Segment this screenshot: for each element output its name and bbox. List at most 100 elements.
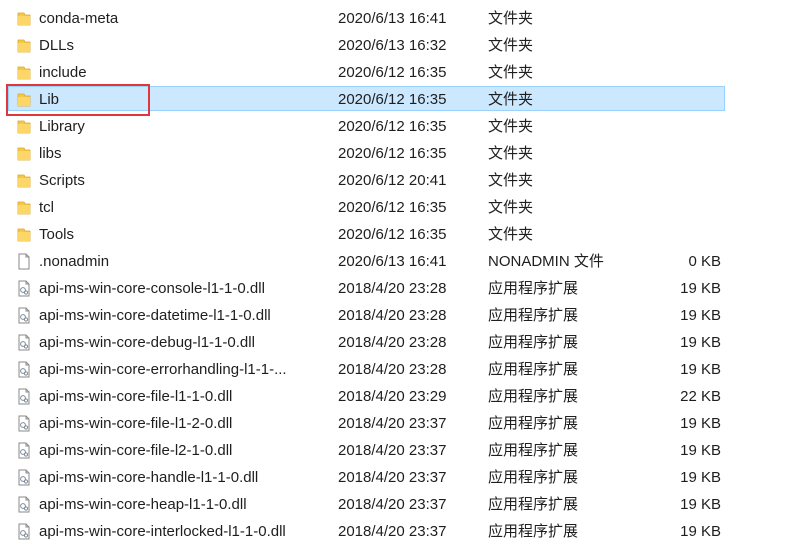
file-row-dll[interactable]: api-ms-win-core-heap-l1-1-0.dll 2018/4/2… [0, 491, 808, 518]
file-name: conda-meta [39, 10, 119, 27]
file-name: Lib [39, 91, 60, 108]
file-row-dll[interactable]: api-ms-win-core-debug-l1-1-0.dll 2018/4/… [0, 329, 808, 356]
file-date: 2018/4/20 23:28 [338, 307, 447, 324]
file-name: api-ms-win-core-file-l2-1-0.dll [39, 442, 233, 459]
file-type: 文件夹 [488, 145, 534, 162]
file-type: 文件夹 [488, 37, 534, 54]
file-date: 2018/4/20 23:37 [338, 523, 447, 540]
folder-icon [17, 93, 31, 107]
folder-icon [17, 66, 31, 80]
file-name: api-ms-win-core-console-l1-1-0.dll [39, 280, 265, 297]
dll-file-icon [18, 442, 30, 459]
file-name: api-ms-win-core-handle-l1-1-0.dll [39, 469, 259, 486]
file-row-dll[interactable]: api-ms-win-core-file-l1-2-0.dll 2018/4/2… [0, 410, 808, 437]
file-row-lib[interactable]: Lib 2020/6/12 16:35 文件夹 [0, 86, 808, 113]
blank-file-icon [18, 253, 30, 270]
file-date: 2020/6/12 20:41 [338, 172, 447, 189]
file-name: libs [39, 145, 62, 162]
file-date: 2018/4/20 23:28 [338, 361, 447, 378]
file-row-dlls[interactable]: DLLs 2020/6/13 16:32 文件夹 [0, 32, 808, 59]
file-size: 19 KB [680, 415, 721, 432]
file-name: include [39, 64, 87, 81]
file-date: 2018/4/20 23:28 [338, 334, 447, 351]
folder-icon [17, 147, 31, 161]
folder-icon [17, 39, 31, 53]
file-row-dll[interactable]: api-ms-win-core-console-l1-1-0.dll 2018/… [0, 275, 808, 302]
file-date: 2020/6/12 16:35 [338, 226, 447, 243]
file-size: 19 KB [680, 496, 721, 513]
file-name: api-ms-win-core-file-l1-2-0.dll [39, 415, 233, 432]
file-name: api-ms-win-core-heap-l1-1-0.dll [39, 496, 247, 513]
folder-icon [17, 174, 31, 188]
file-type: 应用程序扩展 [488, 415, 579, 432]
file-size: 19 KB [680, 469, 721, 486]
file-name: Tools [39, 226, 75, 243]
file-row-tcl[interactable]: tcl 2020/6/12 16:35 文件夹 [0, 194, 808, 221]
folder-icon [17, 120, 31, 134]
file-date: 2018/4/20 23:37 [338, 496, 447, 513]
file-name: api-ms-win-core-datetime-l1-1-0.dll [39, 307, 271, 324]
file-date: 2020/6/12 16:35 [338, 118, 447, 135]
file-row-dll[interactable]: api-ms-win-core-file-l2-1-0.dll 2018/4/2… [0, 437, 808, 464]
folder-icon [17, 12, 31, 26]
file-type: 应用程序扩展 [488, 334, 579, 351]
file-size: 19 KB [680, 307, 721, 324]
file-name: Scripts [39, 172, 85, 189]
file-row-library[interactable]: Library 2020/6/12 16:35 文件夹 [0, 113, 808, 140]
file-row-dll[interactable]: api-ms-win-core-errorhandling-l1-1-... 2… [0, 356, 808, 383]
file-name: api-ms-win-core-interlocked-l1-1-0.dll [39, 523, 286, 540]
file-date: 2018/4/20 23:28 [338, 280, 447, 297]
file-row-dll[interactable]: api-ms-win-core-interlocked-l1-1-0.dll 2… [0, 518, 808, 545]
dll-file-icon [18, 307, 30, 324]
file-type: 应用程序扩展 [488, 361, 579, 378]
file-row-dll[interactable]: api-ms-win-core-file-l1-1-0.dll 2018/4/2… [0, 383, 808, 410]
file-size: 19 KB [680, 442, 721, 459]
file-date: 2020/6/12 16:35 [338, 145, 447, 162]
file-size: 19 KB [680, 523, 721, 540]
dll-file-icon [18, 388, 30, 405]
file-date: 2018/4/20 23:37 [338, 469, 447, 486]
file-type: 应用程序扩展 [488, 523, 579, 540]
file-type: 应用程序扩展 [488, 442, 579, 459]
file-name: api-ms-win-core-errorhandling-l1-1-... [39, 361, 287, 378]
file-name: api-ms-win-core-debug-l1-1-0.dll [39, 334, 255, 351]
file-name: .nonadmin [39, 253, 110, 270]
file-date: 2020/6/12 16:35 [338, 64, 447, 81]
file-date: 2020/6/13 16:32 [338, 37, 447, 54]
file-type: 文件夹 [488, 226, 534, 243]
file-date: 2018/4/20 23:37 [338, 442, 447, 459]
file-row-tools[interactable]: Tools 2020/6/12 16:35 文件夹 [0, 221, 808, 248]
file-date: 2020/6/13 16:41 [338, 10, 447, 27]
file-list: conda-meta 2020/6/13 16:41 文件夹 DLLs 2020… [0, 5, 808, 545]
file-date: 2018/4/20 23:37 [338, 415, 447, 432]
file-type: 应用程序扩展 [488, 307, 579, 324]
file-row-conda-meta[interactable]: conda-meta 2020/6/13 16:41 文件夹 [0, 5, 808, 32]
file-date: 2020/6/12 16:35 [338, 199, 447, 216]
file-row-dll[interactable]: api-ms-win-core-handle-l1-1-0.dll 2018/4… [0, 464, 808, 491]
folder-icon [17, 201, 31, 215]
dll-file-icon [18, 361, 30, 378]
folder-icon [17, 228, 31, 242]
file-name: DLLs [39, 37, 75, 54]
file-row-libs[interactable]: libs 2020/6/12 16:35 文件夹 [0, 140, 808, 167]
file-type: 文件夹 [488, 91, 534, 108]
file-type: NONADMIN 文件 [488, 253, 604, 270]
file-date: 2018/4/20 23:29 [338, 388, 447, 405]
file-row-scripts[interactable]: Scripts 2020/6/12 20:41 文件夹 [0, 167, 808, 194]
file-name: Library [39, 118, 85, 135]
file-row-dll[interactable]: api-ms-win-core-datetime-l1-1-0.dll 2018… [0, 302, 808, 329]
file-type: 文件夹 [488, 10, 534, 27]
file-date: 2020/6/13 16:41 [338, 253, 447, 270]
file-size: 22 KB [680, 388, 721, 405]
file-name: api-ms-win-core-file-l1-1-0.dll [39, 388, 233, 405]
file-type: 应用程序扩展 [488, 496, 579, 513]
file-row-include[interactable]: include 2020/6/12 16:35 文件夹 [0, 59, 808, 86]
dll-file-icon [18, 496, 30, 513]
file-type: 文件夹 [488, 199, 534, 216]
file-row-nonadmin[interactable]: .nonadmin 2020/6/13 16:41 NONADMIN 文件 0 … [0, 248, 808, 275]
file-type: 文件夹 [488, 118, 534, 135]
file-type: 应用程序扩展 [488, 469, 579, 486]
file-type: 文件夹 [488, 172, 534, 189]
dll-file-icon [18, 523, 30, 540]
file-date: 2020/6/12 16:35 [338, 91, 447, 108]
